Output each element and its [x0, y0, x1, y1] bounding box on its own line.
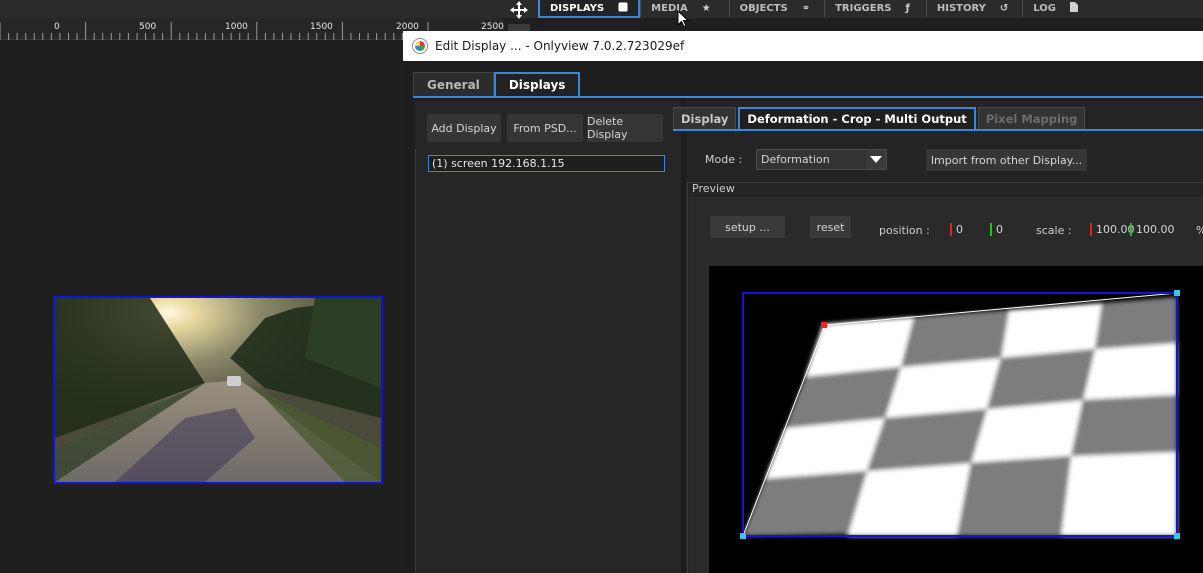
add-display-button[interactable]: Add Display	[427, 114, 501, 142]
nav-tab-history[interactable]: HISTORY ↺	[925, 0, 1022, 17]
ruler-label: 1500	[310, 22, 333, 32]
position-y-field[interactable]: 0	[990, 223, 1003, 236]
edit-display-dialog: Edit Display ... - Onlyview 7.0.2.723029…	[403, 31, 1203, 573]
nav-tab-triggers[interactable]: TRIGGERS ƒ	[824, 0, 926, 17]
trigger-icon: ƒ	[905, 3, 910, 14]
import-display-button[interactable]: Import from other Display...	[926, 149, 1087, 171]
position-x-field[interactable]: 0	[950, 223, 963, 236]
main-tabs: General Displays	[413, 72, 581, 96]
chevron-down-icon	[866, 150, 886, 169]
ruler-label: 1000	[225, 22, 248, 32]
dialog-titlebar[interactable]: Edit Display ... - Onlyview 7.0.2.723029…	[403, 31, 1203, 61]
setup-button[interactable]: setup ...	[710, 216, 785, 238]
tab-pixel-mapping[interactable]: Pixel Mapping	[977, 107, 1086, 129]
app-logo-icon	[413, 39, 427, 53]
mode-value: Deformation	[761, 153, 830, 166]
tab-underline	[413, 96, 1203, 98]
nav-tab-label: OBJECTS	[739, 3, 788, 14]
star-icon: ★	[701, 3, 711, 14]
corner-handle[interactable]	[1174, 290, 1180, 296]
scale-x-field[interactable]: 100.00	[1090, 223, 1135, 236]
road-image	[55, 298, 381, 482]
nav-tab-log[interactable]: LOG	[1022, 0, 1090, 17]
unit-label: %	[1196, 224, 1203, 237]
tab-displays[interactable]: Displays	[493, 72, 581, 96]
delete-display-button[interactable]: Delete Display	[587, 114, 663, 142]
history-icon: ↺	[999, 3, 1009, 14]
scale-y-field[interactable]: 100.00	[1130, 223, 1175, 236]
nav-tab-objects[interactable]: OBJECTS ⚭	[728, 0, 824, 17]
dialog-title: Edit Display ... - Onlyview 7.0.2.723029…	[435, 39, 685, 53]
tab-display[interactable]: Display	[673, 107, 737, 129]
sub-tab-underline	[673, 129, 1203, 131]
mode-dropdown[interactable]: Deformation	[756, 149, 887, 170]
nav-tab-label: TRIGGERS	[835, 3, 892, 14]
sub-tabs: Display Deformation - Crop - Multi Outpu…	[673, 107, 1087, 129]
display-list-item[interactable]: (1) screen 192.168.1.15	[428, 155, 665, 172]
document-icon	[1070, 2, 1079, 15]
nav-tab-displays[interactable]: DISPLAYS	[538, 0, 641, 18]
scale-label: scale :	[1036, 224, 1072, 237]
display-list	[415, 149, 665, 573]
corner-handle[interactable]	[821, 322, 827, 328]
ruler-label: 0	[54, 22, 60, 32]
square-icon	[618, 2, 628, 15]
objects-icon: ⚭	[801, 3, 811, 14]
deformation-preview	[740, 290, 1180, 539]
move-tool-icon[interactable]	[506, 0, 532, 20]
corner-handle[interactable]	[740, 533, 746, 539]
reset-button[interactable]: reset	[810, 216, 851, 238]
corner-handle[interactable]	[1174, 533, 1180, 539]
ruler-label: 500	[139, 22, 157, 32]
nav-tab-label: LOG	[1033, 3, 1057, 14]
tab-deformation[interactable]: Deformation - Crop - Multi Output	[738, 107, 976, 129]
from-psd-button[interactable]: From PSD...	[507, 114, 583, 142]
deformation-canvas[interactable]	[709, 266, 1203, 573]
mouse-cursor-icon	[677, 9, 690, 31]
nav-tab-label: DISPLAYS	[550, 2, 605, 14]
position-label: position :	[879, 224, 930, 237]
nav-tab-label: HISTORY	[936, 3, 986, 14]
tab-general[interactable]: General	[413, 72, 494, 96]
mode-label: Mode :	[705, 153, 743, 166]
main-nav: DISPLAYS MEDIA ★ OBJECTS ⚭ TRIGGERS ƒ HI…	[538, 0, 1090, 18]
video-thumbnail[interactable]	[53, 296, 383, 484]
